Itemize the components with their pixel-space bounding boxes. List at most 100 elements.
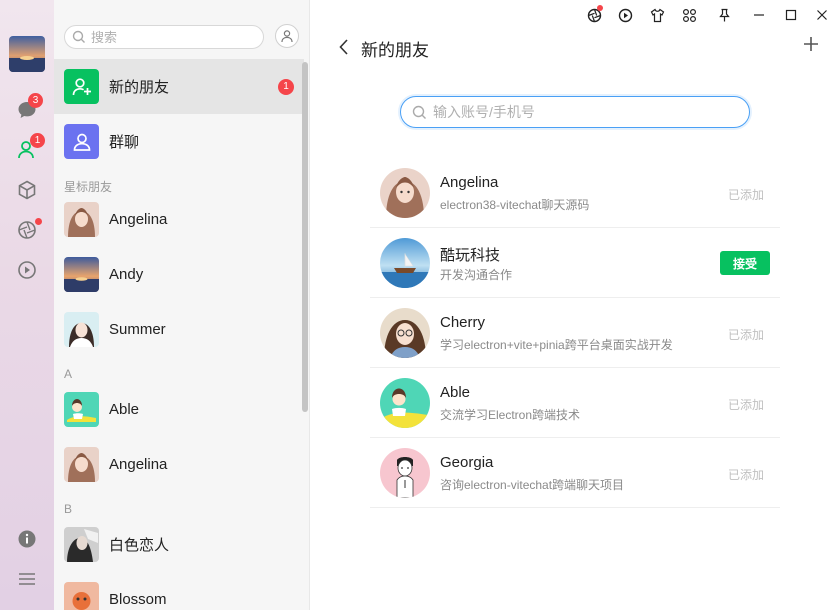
chevron-left-icon — [339, 39, 348, 55]
contact-avatar — [64, 202, 99, 237]
request-message: electron38-vitechat聊天源码 — [440, 198, 590, 212]
contact-item[interactable]: Able — [54, 382, 304, 437]
nav-rail: 3 1 — [0, 0, 54, 610]
section-title: A — [64, 367, 73, 381]
account-search-input[interactable] — [433, 103, 733, 121]
contact-item[interactable]: 白色恋人 — [54, 517, 304, 572]
moments-tool-button[interactable] — [585, 5, 603, 24]
friend-request-row[interactable]: Georgia 咨询electron-vitechat跨端聊天项目 已添加 — [370, 438, 780, 508]
request-message: 交流学习Electron跨端技术 — [440, 408, 581, 422]
back-button[interactable] — [338, 38, 350, 59]
friend-request-row[interactable]: Able 交流学习Electron跨端技术 已添加 — [370, 368, 780, 438]
maximize-icon — [785, 9, 797, 21]
shirt-icon — [650, 8, 664, 22]
request-status: 已添加 — [727, 328, 764, 342]
hamburger-icon — [19, 573, 35, 585]
new-friends-avatar — [64, 69, 99, 104]
request-avatar — [380, 448, 430, 498]
group-chat-label: 群聊 — [109, 134, 140, 151]
contact-name: 白色恋人 — [109, 537, 170, 554]
video-nav-item[interactable] — [15, 258, 39, 282]
plus-icon — [804, 37, 818, 51]
contact-item[interactable]: Blossom — [54, 572, 304, 610]
pin-button[interactable] — [715, 6, 733, 24]
group-chat-item[interactable]: 群聊 — [54, 114, 304, 169]
contacts-scrollbar[interactable] — [302, 62, 308, 412]
chat-nav-item[interactable]: 3 — [15, 93, 43, 122]
group-chat-avatar — [64, 124, 99, 159]
add-friend-button[interactable] — [275, 24, 299, 48]
request-name: Georgia — [440, 454, 494, 471]
contact-avatar — [64, 527, 99, 562]
play-circle-icon — [618, 8, 632, 22]
request-status: 已添加 — [727, 398, 764, 412]
contact-avatar — [64, 447, 99, 482]
request-name: 酷玩科技 — [440, 247, 501, 264]
request-name: Able — [440, 384, 471, 401]
request-status: 已添加 — [727, 468, 764, 482]
contact-item[interactable]: Andy — [54, 247, 304, 302]
search-icon — [72, 30, 85, 43]
search-icon — [412, 105, 426, 119]
contact-name: Summer — [109, 321, 166, 338]
friend-request-row[interactable]: 酷玩科技 开发沟通合作 接受 — [370, 228, 780, 298]
contact-item[interactable]: Angelina — [54, 192, 304, 247]
contact-item[interactable]: Angelina — [54, 437, 304, 492]
chat-unread-badge: 3 — [28, 93, 43, 108]
moments-tool-dot — [597, 5, 603, 11]
add-user-icon — [281, 30, 293, 43]
request-message: 学习electron+vite+pinia跨平台桌面实战开发 — [440, 338, 673, 352]
menu-button[interactable] — [15, 567, 39, 591]
new-friends-badge: 1 — [278, 79, 294, 95]
cube-nav-item[interactable] — [15, 178, 39, 202]
friend-request-row[interactable]: Angelina electron38-vitechat聊天源码 已添加 — [370, 158, 780, 228]
new-friends-item[interactable]: 新的朋友 1 — [54, 59, 304, 114]
maximize-button[interactable] — [782, 6, 800, 24]
add-friend-icon — [72, 77, 91, 95]
add-button[interactable] — [802, 35, 820, 56]
contact-avatar — [64, 257, 99, 292]
contact-avatar — [64, 392, 99, 427]
contacts-nav-item[interactable]: 1 — [15, 133, 45, 162]
request-message: 开发沟通合作 — [440, 268, 513, 282]
contacts-search-input[interactable] — [91, 28, 251, 46]
minimize-button[interactable] — [750, 6, 768, 24]
request-avatar — [380, 168, 430, 218]
my-avatar[interactable] — [9, 36, 45, 72]
section-title: B — [64, 502, 73, 516]
about-button[interactable] — [15, 527, 39, 551]
play-circle-icon — [18, 261, 36, 279]
friend-request-row[interactable]: Cherry 学习electron+vite+pinia跨平台桌面实战开发 已添… — [370, 298, 780, 368]
accept-button[interactable]: 接受 — [720, 251, 770, 275]
account-search — [400, 96, 750, 128]
contact-name: Able — [109, 401, 140, 418]
group-icon — [73, 133, 90, 151]
apps-button[interactable] — [680, 6, 698, 24]
contacts-badge: 1 — [30, 133, 45, 148]
minimize-icon — [754, 14, 764, 16]
request-name: Cherry — [440, 314, 486, 331]
info-icon — [18, 530, 36, 548]
contacts-panel: 新的朋友 1 群聊 星标朋友 Angelina Andy Summer A Ab… — [54, 0, 310, 610]
request-avatar — [380, 238, 430, 288]
request-status: 已添加 — [727, 188, 764, 202]
contacts-search — [64, 25, 264, 49]
video-tool-button[interactable] — [616, 6, 634, 24]
close-button[interactable] — [813, 6, 831, 24]
contact-name: Andy — [109, 266, 144, 283]
contact-avatar — [64, 582, 99, 610]
contact-item[interactable]: Summer — [54, 302, 304, 357]
contact-avatar — [64, 312, 99, 347]
skin-button[interactable] — [648, 6, 666, 24]
moments-nav-item[interactable] — [15, 218, 42, 242]
request-name: Angelina — [440, 174, 499, 191]
grid-icon — [682, 8, 696, 22]
page-title: 新的朋友 — [361, 41, 429, 60]
contact-name: Angelina — [109, 456, 168, 473]
pin-icon — [718, 8, 730, 21]
contact-name: Angelina — [109, 211, 168, 228]
request-avatar — [380, 308, 430, 358]
moments-dot — [35, 218, 42, 225]
request-avatar — [380, 378, 430, 428]
close-icon — [817, 10, 827, 20]
